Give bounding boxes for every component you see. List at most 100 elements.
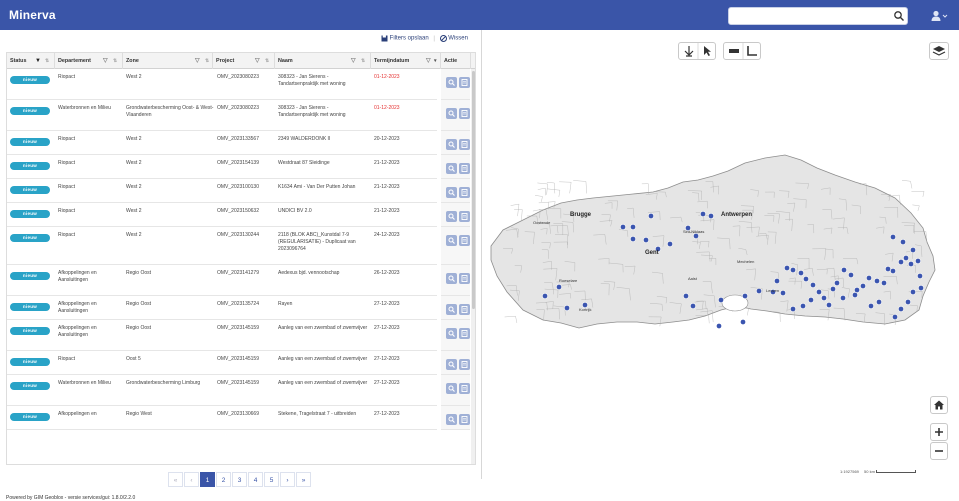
- page-3-button[interactable]: 3: [232, 472, 247, 487]
- flanders-map[interactable]: Brugge Antwerpen Gent Oostende Kortrijk …: [483, 30, 959, 479]
- table-row[interactable]: nieuw Afkoppelingen en Aansluitingen Regio…: [7, 320, 437, 351]
- table-row[interactable]: nieuw Afkoppelingen en Aansluitingen Regio…: [7, 296, 437, 320]
- map-marker[interactable]: [740, 319, 746, 325]
- filter-icon[interactable]: ▽: [351, 53, 356, 69]
- map-marker[interactable]: [630, 224, 636, 230]
- map-marker[interactable]: [756, 288, 762, 294]
- map-marker[interactable]: [830, 286, 836, 292]
- map-marker[interactable]: [810, 282, 816, 288]
- sort-desc-icon[interactable]: ▾: [434, 53, 437, 69]
- open-document-button[interactable]: [459, 414, 470, 425]
- map-marker[interactable]: [683, 293, 689, 299]
- sort-icon[interactable]: ⇅: [265, 53, 269, 69]
- sort-icon[interactable]: ⇅: [361, 53, 365, 69]
- map-marker[interactable]: [834, 280, 840, 286]
- table-row[interactable]: nieuw Riopact West 2 OMV_2023130244 2118 (BL…: [7, 227, 437, 265]
- open-document-button[interactable]: [459, 359, 470, 370]
- open-document-button[interactable]: [459, 273, 470, 284]
- table-row[interactable]: nieuw Waterbronnen en Milieu Grondwaterbes…: [7, 100, 437, 131]
- table-row[interactable]: nieuw Riopact West 2 OMV_2023133567 2349 WAL…: [7, 131, 437, 155]
- page-2-button[interactable]: 2: [216, 472, 231, 487]
- column-termijndatum[interactable]: Termijndatum ▽ ▾: [371, 53, 441, 69]
- filter-icon[interactable]: ▽: [255, 53, 260, 69]
- map-marker[interactable]: [630, 236, 636, 242]
- filter-icon[interactable]: ▽: [195, 53, 200, 69]
- map-marker[interactable]: [780, 290, 786, 296]
- column-project[interactable]: Project ▽ ⇅: [213, 53, 275, 69]
- filter-active-icon[interactable]: ▼: [35, 53, 41, 69]
- view-button[interactable]: [446, 187, 457, 198]
- zoom-out-button[interactable]: [930, 442, 948, 460]
- sort-icon[interactable]: ⇅: [113, 53, 117, 69]
- view-button[interactable]: [446, 359, 457, 370]
- open-document-button[interactable]: [459, 139, 470, 150]
- map-marker[interactable]: [841, 267, 847, 273]
- map-marker[interactable]: [790, 267, 796, 273]
- table-row[interactable]: nieuw Afkoppelingen en Regio West OMV_20231…: [7, 406, 437, 430]
- map-marker[interactable]: [620, 224, 626, 230]
- view-button[interactable]: [446, 77, 457, 88]
- open-document-button[interactable]: [459, 163, 470, 174]
- search-input[interactable]: [733, 10, 883, 22]
- prev-page-button[interactable]: ‹: [184, 472, 199, 487]
- save-filters-link[interactable]: Filters opslaan: [381, 35, 430, 42]
- map-marker[interactable]: [917, 273, 923, 279]
- page-1-button[interactable]: 1: [200, 472, 215, 487]
- column-departement[interactable]: Departement ▽ ⇅: [55, 53, 123, 69]
- map-marker[interactable]: [803, 276, 809, 282]
- open-document-button[interactable]: [459, 211, 470, 222]
- map-marker[interactable]: [915, 258, 921, 264]
- table-row[interactable]: nieuw Riopact West 2 OMV_2023100130 K1634 Am…: [7, 179, 437, 203]
- map-marker[interactable]: [564, 305, 570, 311]
- map-marker[interactable]: [816, 289, 822, 295]
- map-marker[interactable]: [848, 272, 854, 278]
- map-marker[interactable]: [868, 303, 874, 309]
- map-marker[interactable]: [643, 237, 649, 243]
- view-button[interactable]: [446, 235, 457, 246]
- map-marker[interactable]: [784, 265, 790, 271]
- map-marker[interactable]: [700, 211, 706, 217]
- sort-icon[interactable]: ⇅: [205, 53, 209, 69]
- map-marker[interactable]: [542, 293, 548, 299]
- view-button[interactable]: [446, 108, 457, 119]
- map-marker[interactable]: [774, 278, 780, 284]
- map-marker[interactable]: [898, 259, 904, 265]
- map-marker[interactable]: [910, 247, 916, 253]
- view-button[interactable]: [446, 414, 457, 425]
- view-button[interactable]: [446, 273, 457, 284]
- map-marker[interactable]: [898, 306, 904, 312]
- map-marker[interactable]: [908, 261, 914, 267]
- map-marker[interactable]: [890, 268, 896, 274]
- table-row[interactable]: nieuw Riopact West 2 OMV_2023080223 308323 -…: [7, 69, 437, 100]
- map-marker[interactable]: [790, 306, 796, 312]
- map-marker[interactable]: [821, 295, 827, 301]
- map-marker[interactable]: [648, 213, 654, 219]
- scrollbar-thumb[interactable]: [472, 71, 475, 309]
- map-marker[interactable]: [808, 297, 814, 303]
- map-marker[interactable]: [860, 283, 866, 289]
- filter-icon[interactable]: ▽: [426, 53, 431, 69]
- open-document-button[interactable]: [459, 235, 470, 246]
- table-row[interactable]: nieuw Afkoppelingen en Aansluitingen Regio…: [7, 265, 437, 296]
- column-zone[interactable]: Zone ▽ ⇅: [123, 53, 213, 69]
- open-document-button[interactable]: [459, 77, 470, 88]
- map-marker[interactable]: [876, 299, 882, 305]
- map-marker[interactable]: [900, 239, 906, 245]
- search-icon[interactable]: [893, 10, 905, 22]
- map-marker[interactable]: [667, 241, 673, 247]
- map-marker[interactable]: [840, 295, 846, 301]
- open-document-button[interactable]: [459, 108, 470, 119]
- map-marker[interactable]: [708, 213, 714, 219]
- home-button[interactable]: [930, 396, 948, 414]
- map-marker[interactable]: [826, 302, 832, 308]
- map-marker[interactable]: [892, 314, 898, 320]
- table-row[interactable]: nieuw Riopact West 2 OMV_2023154139 Westdraa…: [7, 155, 437, 179]
- table-row[interactable]: nieuw Riopact Oost 5 OMV_2023145159 Aanleg v…: [7, 351, 437, 375]
- last-page-button[interactable]: »: [296, 472, 311, 487]
- map-panel[interactable]: Brugge Antwerpen Gent Oostende Kortrijk …: [483, 30, 959, 479]
- map-marker[interactable]: [910, 289, 916, 295]
- page-4-button[interactable]: 4: [248, 472, 263, 487]
- table-row[interactable]: nieuw Riopact West 2 OMV_2023150632 UNDICI B…: [7, 203, 437, 227]
- map-marker[interactable]: [742, 293, 748, 299]
- map-marker[interactable]: [918, 285, 924, 291]
